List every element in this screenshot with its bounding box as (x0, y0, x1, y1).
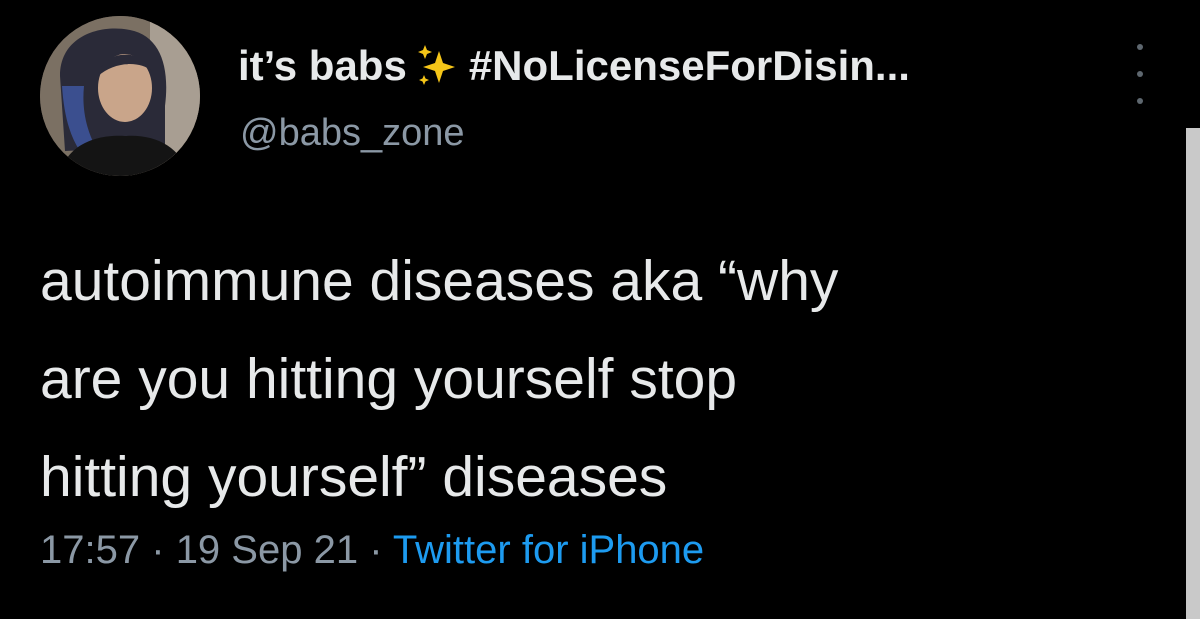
tweet-text: autoimmune diseases aka “why are you hit… (40, 232, 1160, 526)
meta-separator: · (151, 528, 165, 572)
avatar[interactable] (40, 16, 200, 176)
display-name[interactable]: it’s babs (238, 42, 407, 90)
more-dot (1137, 44, 1143, 50)
more-dot (1137, 71, 1143, 77)
tweet-time[interactable]: 17:57 (40, 528, 140, 572)
tweet-meta: 17:57 · 19 Sep 21 · Twitter for iPhone (40, 528, 704, 573)
avatar-photo (40, 16, 200, 176)
tweet-card: it’s babs #NoLicenseForDisin... @babs_zo… (0, 0, 1200, 619)
tweet-text-line: are you hitting yourself stop (40, 347, 738, 411)
more-dot (1137, 98, 1143, 104)
user-handle[interactable]: @babs_zone (240, 112, 465, 155)
sparkles-icon (415, 43, 461, 89)
more-options-icon[interactable] (1130, 44, 1150, 104)
tweet-text-line: hitting yourself” diseases (40, 445, 668, 509)
tweet-date[interactable]: 19 Sep 21 (176, 528, 358, 572)
meta-separator: · (369, 528, 383, 572)
scrollbar[interactable] (1186, 128, 1200, 619)
display-name-row[interactable]: it’s babs #NoLicenseForDisin... (238, 36, 910, 96)
tweet-text-line: autoimmune diseases aka “why (40, 249, 839, 313)
tweet-source-link[interactable]: Twitter for iPhone (393, 528, 704, 572)
display-name-suffix[interactable]: #NoLicenseForDisin... (469, 42, 910, 90)
